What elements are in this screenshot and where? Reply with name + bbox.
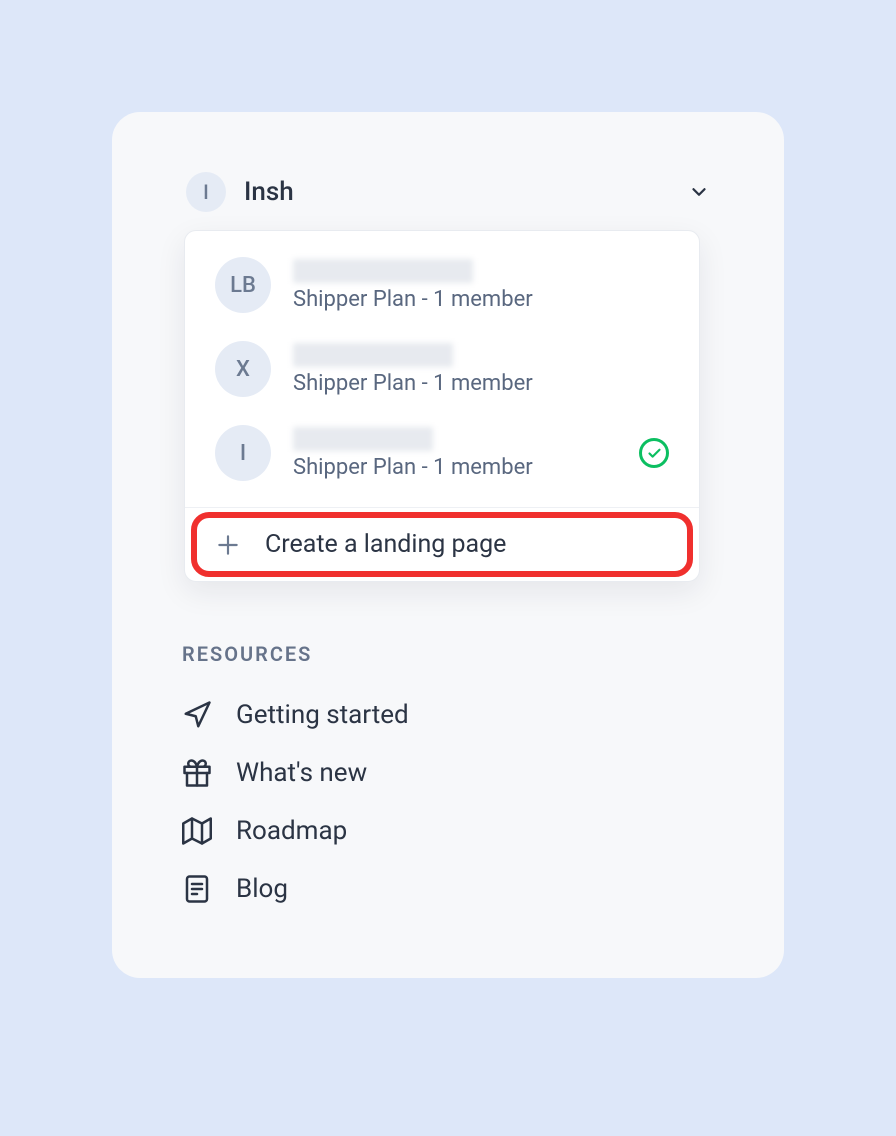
nav-panel: I Insh LB Shipper Plan - 1 member X Ship… [112, 112, 784, 978]
workspace-name: Insh [244, 177, 670, 207]
workspace-dropdown: LB Shipper Plan - 1 member X Shipper Pla… [184, 230, 700, 582]
check-icon [639, 438, 669, 468]
redacted-name [293, 259, 473, 283]
document-icon [182, 874, 212, 904]
redacted-name [293, 343, 453, 367]
gift-icon [182, 758, 212, 788]
resource-label: Blog [236, 874, 288, 904]
map-icon [182, 816, 212, 846]
resource-label: Getting started [236, 700, 409, 730]
nav-whats-new[interactable]: What's new [182, 744, 714, 802]
workspace-subtext: Shipper Plan - 1 member [293, 455, 617, 480]
chevron-down-icon [688, 181, 710, 203]
workspace-subtext: Shipper Plan - 1 member [293, 371, 669, 396]
navigation-icon [182, 700, 212, 730]
workspace-option[interactable]: LB Shipper Plan - 1 member [185, 243, 699, 327]
create-label: Create a landing page [265, 530, 506, 559]
avatar: LB [215, 257, 271, 313]
plus-icon [215, 532, 241, 558]
avatar: I [215, 425, 271, 481]
nav-blog[interactable]: Blog [182, 860, 714, 918]
create-landing-page-button[interactable]: Create a landing page [185, 507, 699, 581]
workspace-list: LB Shipper Plan - 1 member X Shipper Pla… [185, 231, 699, 507]
resource-label: Roadmap [236, 816, 347, 846]
workspace-subtext: Shipper Plan - 1 member [293, 287, 669, 312]
nav-getting-started[interactable]: Getting started [182, 686, 714, 744]
avatar: X [215, 341, 271, 397]
redacted-name [293, 427, 433, 451]
workspace-option[interactable]: X Shipper Plan - 1 member [185, 327, 699, 411]
resources-heading: RESOURCES [182, 642, 714, 666]
workspace-option[interactable]: I Shipper Plan - 1 member [185, 411, 699, 495]
workspace-switcher[interactable]: I Insh [182, 172, 714, 212]
resource-label: What's new [236, 758, 367, 788]
nav-roadmap[interactable]: Roadmap [182, 802, 714, 860]
avatar: I [186, 172, 226, 212]
